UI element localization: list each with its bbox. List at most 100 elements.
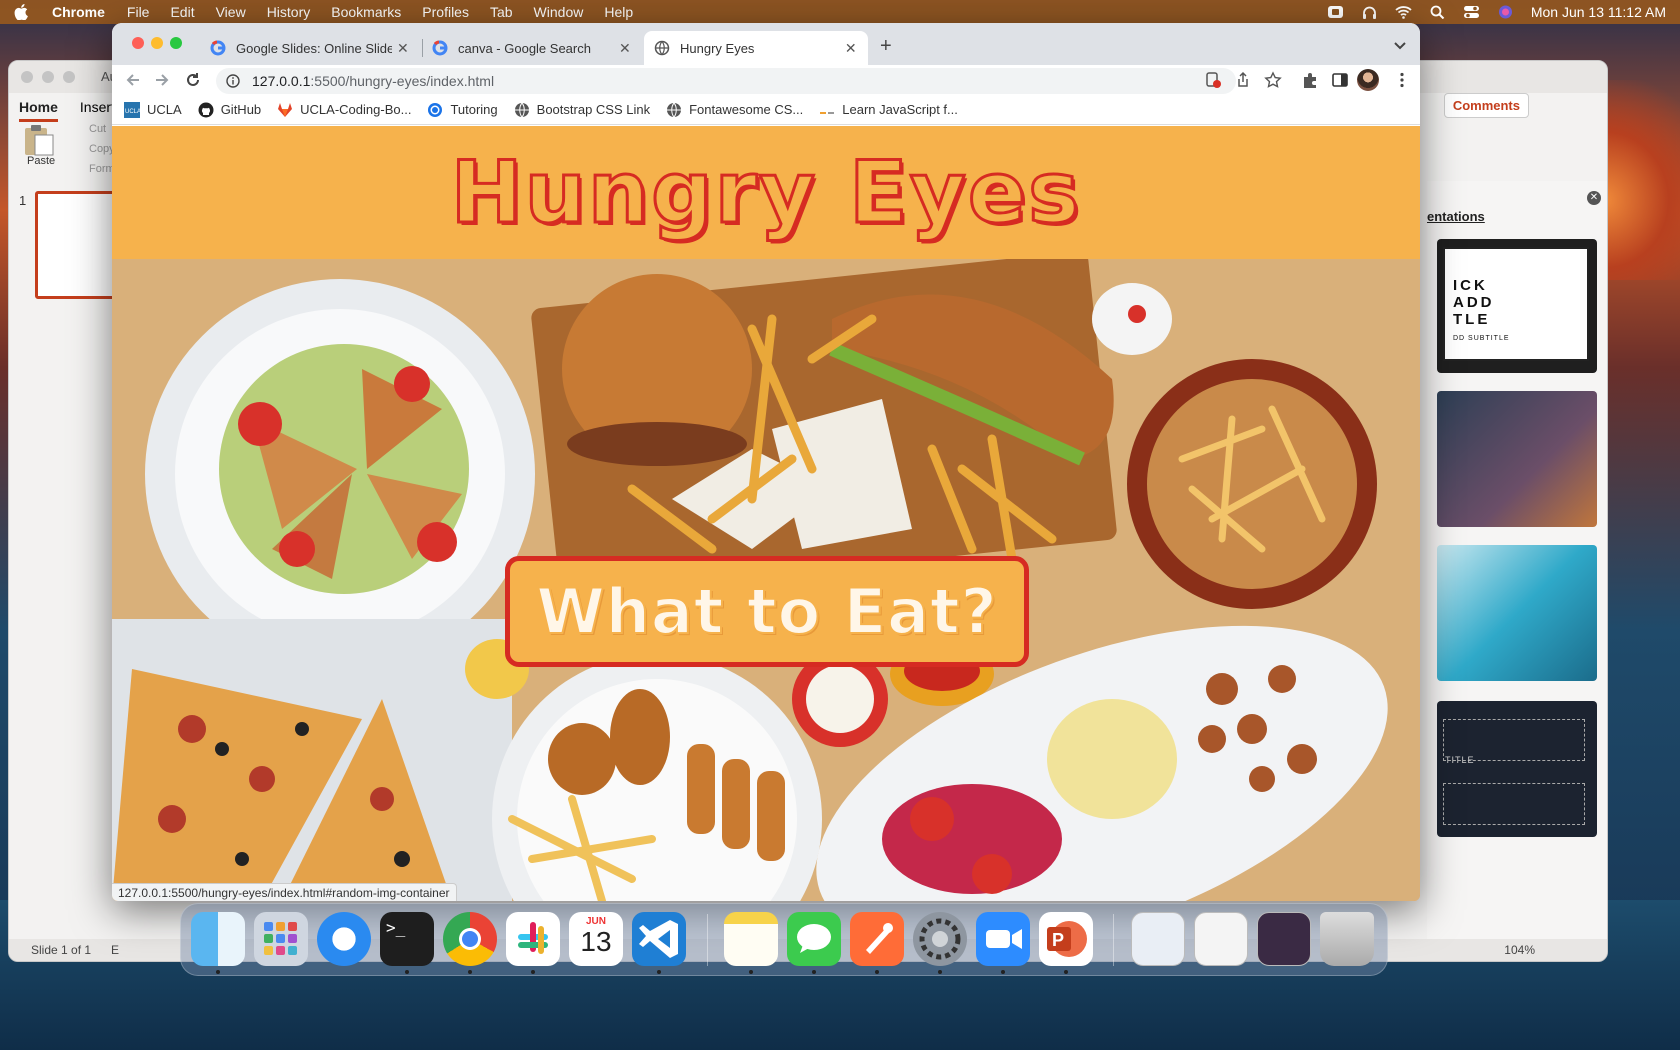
menu-edit[interactable]: Edit [170,4,194,20]
headphones-icon[interactable] [1361,5,1378,19]
safari-icon[interactable] [317,912,371,966]
globe-icon [514,102,530,118]
bookmark-star-icon[interactable] [1264,71,1282,89]
slide-thumbnail[interactable] [35,191,119,299]
tab-close-icon[interactable]: ✕ [618,40,632,57]
recent-window-thumbnail-3[interactable] [1257,912,1311,966]
menu-bar: Chrome File Edit View History Bookmarks … [0,0,1680,24]
site-title: Hungry Eyes [449,141,1082,244]
bookmarks-bar: UCLA UCLA GitHub UCLA-Coding-Bo... Tutori… [112,95,1420,125]
siri-icon[interactable] [1497,5,1514,19]
template-text-line: ICK [1453,277,1488,294]
link-status-bubble: 127.0.0.1:5500/hungry-eyes/index.html#ra… [112,883,457,901]
format-painter-button[interactable]: Form [89,163,115,175]
address-bar[interactable]: 127.0.0.1:5500/hungry-eyes/index.html [216,68,1236,94]
template-title: TITLE [1445,755,1475,765]
side-panel-icon[interactable] [1331,71,1349,89]
tab-canva-search[interactable]: canva - Google Search ✕ [422,31,642,65]
ppt-tab-insert[interactable]: Insert [80,99,115,122]
terminal-icon[interactable]: >_ [380,912,434,966]
apple-icon[interactable] [14,4,30,20]
postman-icon[interactable] [850,912,904,966]
menu-tab[interactable]: Tab [490,4,513,20]
window-zoom-button[interactable] [170,37,182,49]
ppt-minimize-button[interactable] [42,71,54,83]
designer-link[interactable]: entations [1427,209,1485,224]
wifi-icon[interactable] [1395,5,1412,19]
design-template-3[interactable] [1437,545,1597,681]
vscode-icon[interactable] [632,912,686,966]
ppt-close-button[interactable] [21,71,33,83]
design-template-4[interactable]: TITLE [1437,701,1597,837]
control-center-icon[interactable] [1463,5,1480,19]
tab-google-slides[interactable]: Google Slides: Online Slidesho ✕ [200,31,420,65]
bookmark-ucla[interactable]: UCLA UCLA [124,101,182,118]
window-minimize-button[interactable] [151,37,163,49]
tab-hungry-eyes[interactable]: Hungry Eyes ✕ [644,31,868,65]
globe-icon [666,102,682,118]
screen-record-icon[interactable] [1327,5,1344,19]
bookmark-gitlab[interactable]: UCLA-Coding-Bo... [277,102,411,118]
tab-title: Hungry Eyes [680,40,755,56]
forward-arrow-icon[interactable] [153,71,171,89]
trash-icon[interactable] [1320,912,1374,966]
reload-icon[interactable] [184,71,202,89]
bookmark-tutoring[interactable]: Tutoring [427,102,498,118]
launchpad-icon[interactable] [254,912,308,966]
menu-app-name[interactable]: Chrome [52,4,105,20]
food-hero-image: What to Eat? [112,259,1420,901]
bookmark-bootstrap[interactable]: Bootstrap CSS Link [514,102,650,118]
design-template-2[interactable] [1437,391,1597,527]
menu-help[interactable]: Help [604,4,633,20]
comments-button[interactable]: Comments [1443,93,1529,118]
share-icon[interactable] [1234,71,1252,89]
copy-button[interactable]: Copy [89,143,115,155]
slack-icon[interactable] [506,912,560,966]
messages-icon[interactable] [787,912,841,966]
menu-bookmarks[interactable]: Bookmarks [331,4,401,20]
back-arrow-icon[interactable] [124,71,142,89]
design-template-1[interactable]: ICK ADD TLE DD SUBTITLE [1437,239,1597,373]
bookmark-learn-javascript[interactable]: Learn JavaScript f... [819,102,958,118]
what-to-eat-button[interactable]: What to Eat? [505,556,1029,667]
profile-avatar[interactable] [1357,69,1379,91]
tab-close-icon[interactable]: ✕ [396,40,410,57]
menu-profiles[interactable]: Profiles [422,4,469,20]
cut-button[interactable]: Cut [89,123,106,135]
calendar-icon[interactable]: JUN 13 [569,912,623,966]
notes-icon[interactable] [724,912,778,966]
menu-clock[interactable]: Mon Jun 13 11:12 AM [1531,4,1666,20]
bookmark-fontawesome[interactable]: Fontawesome CS... [666,102,803,118]
menu-window[interactable]: Window [534,4,584,20]
tab-search-chevron-icon[interactable] [1392,37,1408,53]
template-text-line: TLE [1453,311,1491,328]
new-tab-icon[interactable]: + [880,35,892,58]
zoom-level[interactable]: 104% [1504,943,1535,957]
spotlight-search-icon[interactable] [1429,5,1446,20]
bookmark-github[interactable]: GitHub [198,102,261,118]
designer-close-icon[interactable]: ✕ [1587,191,1601,205]
chrome-icon[interactable] [443,912,497,966]
system-preferences-icon[interactable] [913,912,967,966]
zoom-icon[interactable] [976,912,1030,966]
extensions-puzzle-icon[interactable] [1301,71,1319,89]
powerpoint-icon[interactable]: P [1039,912,1093,966]
site-info-icon[interactable] [226,74,240,88]
ppt-tab-home[interactable]: Home [19,99,58,122]
menu-file[interactable]: File [127,4,150,20]
window-close-button[interactable] [132,37,144,49]
recent-window-thumbnail-1[interactable] [1131,912,1185,966]
browser-toolbar: 127.0.0.1:5500/hungry-eyes/index.html [112,65,1420,95]
tab-close-icon[interactable]: ✕ [843,40,858,57]
menu-view[interactable]: View [216,4,246,20]
google-icon [210,40,226,56]
ppt-zoom-button[interactable] [63,71,75,83]
what-to-eat-label: What to Eat? [535,574,998,649]
tab-strip: Google Slides: Online Slidesho ✕ canva -… [112,23,1420,65]
menu-history[interactable]: History [267,4,311,20]
blocked-popup-icon[interactable] [1204,71,1222,89]
finder-icon[interactable] [191,912,245,966]
paste-label: Paste [27,155,56,167]
more-menu-icon[interactable] [1393,71,1411,89]
recent-window-thumbnail-2[interactable] [1194,912,1248,966]
